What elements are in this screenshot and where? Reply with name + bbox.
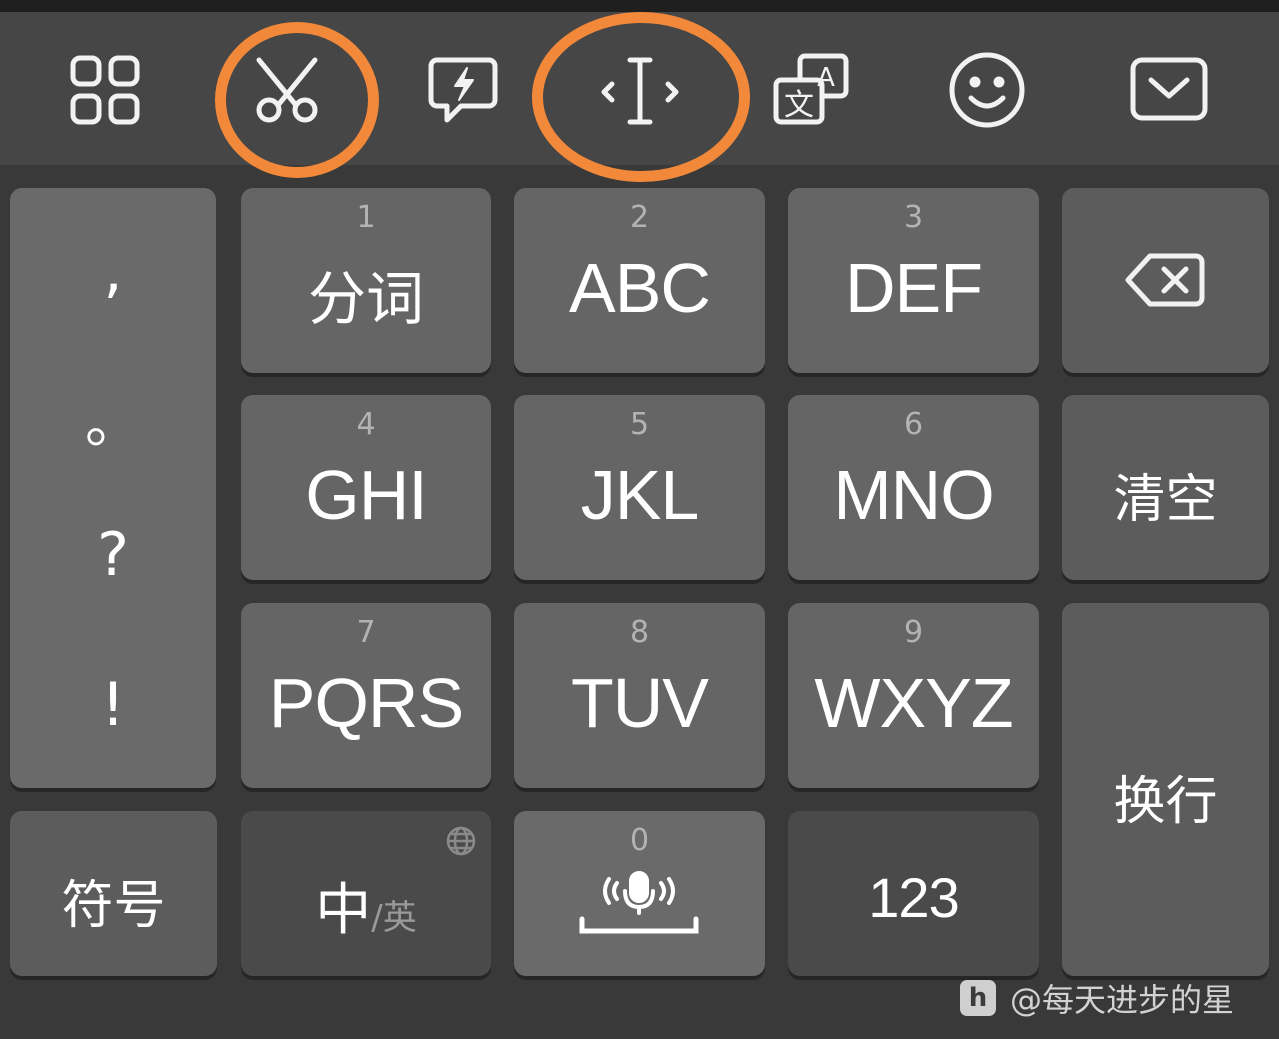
globe-icon: [446, 826, 476, 856]
key-0-voice[interactable]: 0: [514, 811, 765, 976]
emoji-icon[interactable]: [937, 40, 1037, 140]
numbers-key[interactable]: 123: [788, 811, 1039, 976]
key-label: JKL: [580, 456, 700, 534]
clear-label: 清空: [1113, 470, 1218, 530]
comma-key[interactable]: ,: [10, 236, 216, 306]
language-label: 中/英: [241, 865, 491, 946]
key-label: GHI: [305, 456, 427, 534]
key-label: WXYZ: [814, 664, 1013, 742]
key-8-tuv[interactable]: 8 TUV: [514, 603, 765, 788]
key-number: 8: [629, 615, 650, 650]
cursor-move-icon[interactable]: [590, 40, 690, 140]
svg-text:A: A: [817, 63, 835, 93]
key-label: 分词: [307, 265, 424, 333]
key-4-ghi[interactable]: 4 GHI: [241, 395, 491, 580]
hide-keyboard-icon[interactable]: [1119, 40, 1219, 140]
exclamation-key[interactable]: !: [10, 670, 216, 740]
key-number: 5: [629, 407, 650, 442]
question-key[interactable]: ?: [10, 520, 216, 590]
backspace-key[interactable]: [1062, 188, 1269, 373]
key-number: 7: [356, 615, 376, 650]
key-number: 1: [356, 200, 376, 235]
watermark-logo: h: [960, 980, 996, 1016]
translate-icon[interactable]: 文 A: [762, 40, 862, 140]
key-number: 0: [629, 823, 650, 858]
key-7-pqrs[interactable]: 7 PQRS: [241, 603, 491, 788]
key-1-segment[interactable]: 1 分词: [241, 188, 491, 373]
microphone-icon: [579, 871, 699, 934]
language-switch-key[interactable]: 中/英: [241, 811, 491, 976]
scissors-icon[interactable]: [237, 40, 337, 140]
key-number: 2: [629, 200, 650, 235]
key-number: 4: [356, 407, 376, 442]
english-mode-label: /英: [371, 898, 417, 938]
symbols-label: 符号: [61, 876, 166, 936]
keyboard-toolbar: 文 A: [0, 12, 1279, 165]
key-5-jkl[interactable]: 5 JKL: [514, 395, 765, 580]
svg-text:文: 文: [784, 88, 814, 123]
top-edge: [0, 0, 1279, 12]
clear-key[interactable]: 清空: [1062, 395, 1269, 580]
key-label: TUV: [571, 664, 709, 742]
numbers-label: 123: [868, 866, 959, 929]
key-label: ABC: [569, 249, 711, 327]
key-2-abc[interactable]: 2 ABC: [514, 188, 765, 373]
apps-grid-icon[interactable]: [55, 40, 155, 140]
watermark: h @每天进步的星: [960, 976, 1234, 1020]
key-3-def[interactable]: 3 DEF: [788, 188, 1039, 373]
key-number: 6: [903, 407, 924, 442]
key-label: MNO: [833, 456, 994, 534]
chinese-mode-label: 中: [315, 878, 372, 943]
key-label: PQRS: [268, 664, 464, 742]
backspace-icon: [1125, 253, 1205, 307]
key-number: 9: [903, 615, 924, 650]
enter-key[interactable]: 换行: [1062, 603, 1269, 976]
key-label: DEF: [845, 249, 983, 327]
key-9-wxyz[interactable]: 9 WXYZ: [788, 603, 1039, 788]
punctuation-column[interactable]: , 。 ? !: [10, 188, 216, 788]
key-6-mno[interactable]: 6 MNO: [788, 395, 1039, 580]
symbols-key[interactable]: 符号: [10, 811, 217, 976]
quick-phrase-icon[interactable]: [413, 40, 513, 140]
key-number: 3: [903, 200, 924, 235]
watermark-text: @每天进步的星: [1010, 981, 1235, 1019]
period-key[interactable]: 。: [10, 378, 216, 459]
enter-label: 换行: [1113, 772, 1218, 832]
